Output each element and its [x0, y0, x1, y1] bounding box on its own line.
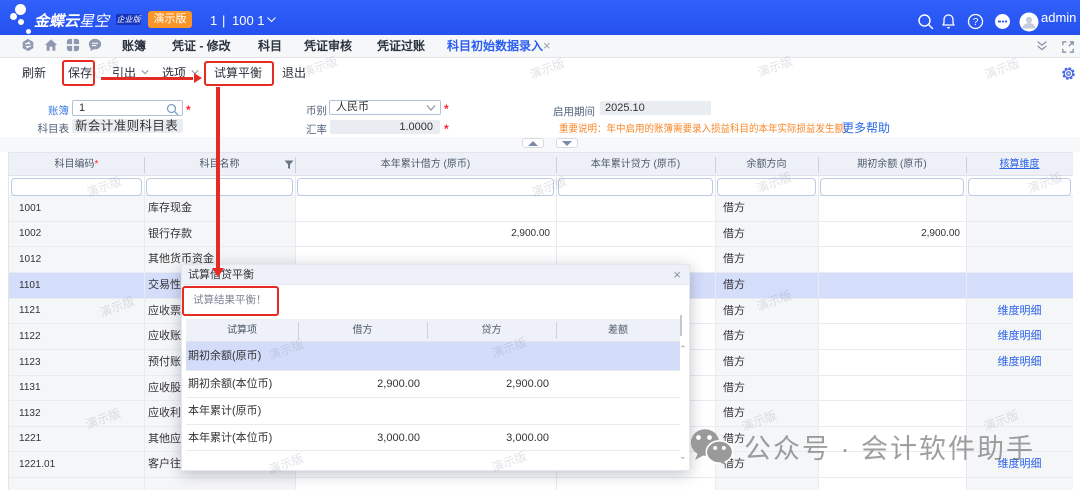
svg-text:?: ? — [973, 17, 979, 28]
